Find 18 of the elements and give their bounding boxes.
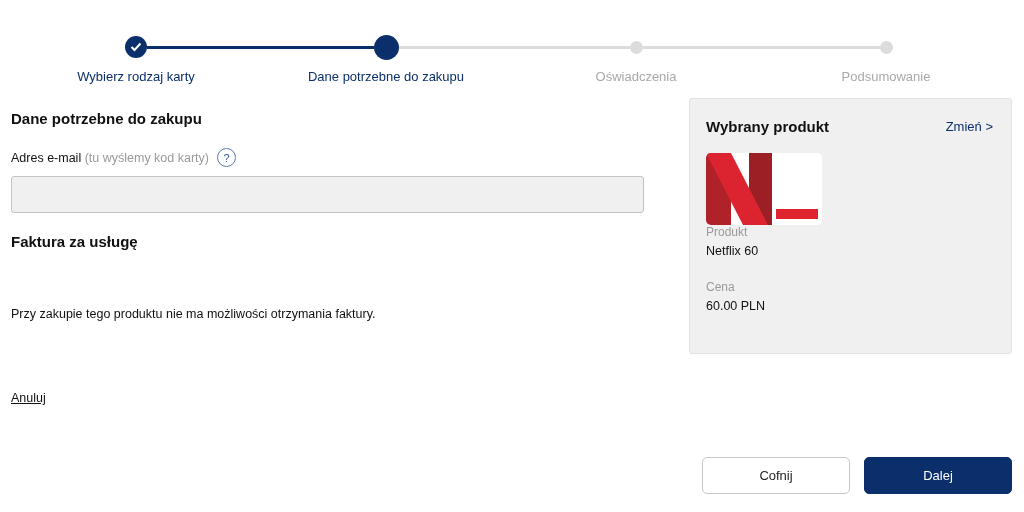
change-link[interactable]: Zmień > [945, 119, 993, 134]
step-label: Podsumowanie [841, 69, 931, 84]
step-label: Oświadczenia [595, 69, 677, 84]
field-label: Produkt [706, 225, 749, 239]
back-button[interactable]: Cofnij [702, 457, 850, 494]
section-title: Faktura za usługę [11, 233, 139, 250]
cancel-link[interactable]: Anuluj [11, 391, 46, 405]
section-title: Dane potrzebne do zakupu [11, 110, 203, 127]
product-price: 60.00 PLN [706, 299, 767, 313]
panel-title: Wybrany produkt [706, 118, 830, 135]
product-name: Netflix 60 [706, 244, 760, 258]
next-button[interactable]: Dalej [864, 457, 1012, 494]
field-label: Adres e-mail (tu wyślemy kod karty) [11, 150, 209, 165]
step-label: Wybierz rodzaj karty [77, 69, 195, 84]
email-input[interactable] [11, 176, 644, 213]
invoice-note: Przy zakupie tego produktu nie ma możliwości otrzymania faktury. [11, 307, 377, 321]
step-label: Dane potrzebne do zakupu [307, 69, 465, 84]
field-label: Cena [706, 280, 736, 294]
